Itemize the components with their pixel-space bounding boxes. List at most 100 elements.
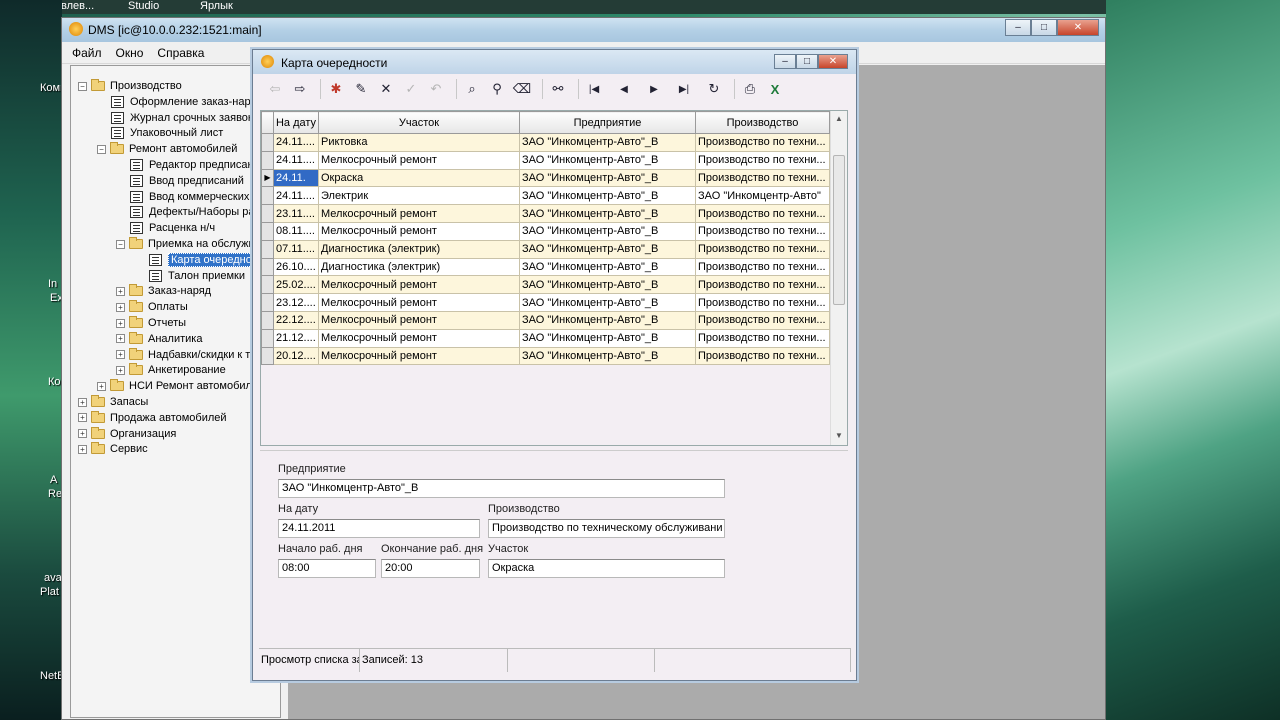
production-field[interactable]: Производство по техническому обслуживани (488, 519, 725, 538)
date-field[interactable]: 24.11.2011 (278, 519, 480, 538)
cell-date[interactable]: 21.12.... (273, 328, 319, 348)
cell-date[interactable]: 24.11.... (273, 186, 319, 206)
cell-date[interactable]: 23.12.... (273, 293, 319, 312)
cell-enterprise[interactable]: ЗАО "Инкомцентр-Авто"_В (519, 239, 696, 259)
cell-date[interactable]: 08.11.... (273, 221, 319, 241)
tree-item[interactable]: − Производство (78, 78, 182, 94)
tree-item[interactable]: + НСИ Ремонт автомобилей (97, 378, 264, 394)
cell-date[interactable]: 25.02.... (273, 275, 319, 295)
last-record-icon[interactable]: ▶| (674, 79, 694, 99)
collapse-icon[interactable]: − (116, 239, 125, 249)
taskbar-item[interactable]: Studio (128, 0, 159, 12)
expand-icon[interactable]: + (78, 397, 87, 407)
collapse-icon[interactable]: − (97, 144, 106, 154)
expand-icon[interactable]: + (97, 381, 106, 391)
cell-section[interactable]: Мелкосрочный ремонт (318, 221, 520, 241)
tree-item[interactable]: + Сервис (78, 441, 148, 457)
section-field[interactable]: Окраска (488, 559, 725, 578)
cell-production[interactable]: Производство по техни... (695, 293, 830, 312)
table-row[interactable]: 26.10.... Диагностика (электрик) ЗАО "Инко… (261, 257, 830, 277)
tree-item[interactable]: − Ремонт автомобилей (97, 141, 237, 157)
cell-date[interactable]: 24.11. (273, 168, 319, 188)
cell-section[interactable]: Диагностика (электрик) (318, 239, 520, 259)
row-indicator[interactable] (261, 310, 274, 330)
filter-icon[interactable]: ⌕ (462, 79, 482, 99)
cell-production[interactable]: Производство по техни... (695, 133, 830, 152)
tree-item[interactable]: + Организация (78, 426, 176, 442)
row-indicator[interactable] (261, 293, 274, 312)
edit-icon[interactable]: ✎ (351, 79, 371, 99)
tree-item[interactable]: Расценка н/ч (130, 220, 215, 236)
filter-select-icon[interactable]: ⚲ (487, 79, 507, 99)
table-row[interactable]: 24.11.... Электрик ЗАО "Инкомцентр-Авто"_В… (261, 186, 830, 206)
cell-date[interactable]: 20.12.... (273, 346, 319, 366)
apply-icon[interactable]: ✓ (401, 79, 421, 99)
cell-date[interactable]: 24.11.... (273, 133, 319, 152)
back-icon[interactable]: ⇦ (265, 79, 285, 99)
row-indicator[interactable]: ▶ (261, 168, 274, 188)
main-titlebar[interactable]: DMS [ic@10.0.0.232:1521:main] – □ ✕ (62, 18, 1105, 42)
maximize-button[interactable]: □ (1031, 19, 1057, 36)
forward-icon[interactable]: ⇨ (290, 79, 310, 99)
expand-icon[interactable]: + (116, 365, 125, 375)
vertical-scrollbar[interactable]: ▲ ▼ (830, 111, 847, 445)
cell-enterprise[interactable]: ЗАО "Инкомцентр-Авто"_В (519, 168, 696, 188)
cell-production[interactable]: Производство по техни... (695, 346, 830, 366)
cell-section[interactable]: Мелкосрочный ремонт (318, 275, 520, 295)
prev-record-icon[interactable]: ◀ (614, 79, 634, 99)
cell-production[interactable]: Производство по техни... (695, 310, 830, 330)
cell-section[interactable]: Мелкосрочный ремонт (318, 310, 520, 330)
cell-production[interactable]: Производство по техни... (695, 239, 830, 259)
minimize-button[interactable]: – (1005, 19, 1031, 36)
tree-item[interactable]: Журнал срочных заявок (111, 110, 253, 126)
table-row[interactable]: 23.11.... Мелкосрочный ремонт ЗАО "Инкомце… (261, 204, 830, 223)
tree-item[interactable]: + Аналитика (116, 331, 202, 347)
cell-production[interactable]: ЗАО "Инкомцентр-Авто" (695, 186, 830, 206)
table-row[interactable]: 23.12.... Мелкосрочный ремонт ЗАО "Инкомце… (261, 293, 830, 312)
cell-section[interactable]: Мелкосрочный ремонт (318, 150, 520, 170)
menu-window[interactable]: Окно (116, 46, 144, 60)
table-row[interactable]: 24.11.... Мелкосрочный ремонт ЗАО "Инкомце… (261, 150, 830, 170)
tree-item[interactable]: + Отчеты (116, 315, 186, 331)
scroll-down-icon[interactable]: ▼ (835, 431, 843, 440)
clear-filter-icon[interactable]: ⌫ (512, 79, 532, 99)
table-row[interactable]: 07.11.... Диагностика (электрик) ЗАО "Инко… (261, 239, 830, 259)
undo-icon[interactable]: ↶ (426, 79, 446, 99)
cell-section[interactable]: Мелкосрочный ремонт (318, 346, 520, 366)
excel-icon[interactable]: X (765, 79, 785, 99)
scrollbar-thumb[interactable] (833, 155, 845, 305)
first-record-icon[interactable]: |◀ (584, 79, 604, 99)
row-indicator[interactable] (261, 239, 274, 259)
cell-date[interactable]: 22.12.... (273, 310, 319, 330)
row-indicator[interactable] (261, 328, 274, 348)
cell-section[interactable]: Мелкосрочный ремонт (318, 293, 520, 312)
expand-icon[interactable]: + (78, 413, 87, 423)
cell-enterprise[interactable]: ЗАО "Инкомцентр-Авто"_В (519, 204, 696, 223)
next-record-icon[interactable]: ▶ (644, 79, 664, 99)
table-row[interactable]: 24.11.... Риктовка ЗАО "Инкомцентр-Авто"_В… (261, 133, 830, 152)
cell-enterprise[interactable]: ЗАО "Инкомцентр-Авто"_В (519, 150, 696, 170)
menu-help[interactable]: Справка (157, 46, 204, 60)
column-header-production[interactable]: Производство (695, 111, 830, 134)
row-indicator[interactable] (261, 221, 274, 241)
table-row[interactable]: 21.12.... Мелкосрочный ремонт ЗАО "Инкомце… (261, 328, 830, 348)
cell-enterprise[interactable]: ЗАО "Инкомцентр-Авто"_В (519, 257, 696, 277)
cell-production[interactable]: Производство по техни... (695, 275, 830, 295)
row-indicator[interactable] (261, 346, 274, 366)
cell-section[interactable]: Электрик (318, 186, 520, 206)
cell-section[interactable]: Мелкосрочный ремонт (318, 204, 520, 223)
close-button[interactable]: ✕ (1057, 19, 1099, 36)
expand-icon[interactable]: + (116, 318, 125, 328)
child-close-button[interactable]: ✕ (818, 54, 848, 69)
tree-item[interactable]: Дефекты/Наборы работ (130, 204, 272, 220)
cell-enterprise[interactable]: ЗАО "Инкомцентр-Авто"_В (519, 328, 696, 348)
delete-icon[interactable]: ✕ (376, 79, 396, 99)
end-time-field[interactable]: 20:00 (381, 559, 480, 578)
expand-icon[interactable]: + (78, 429, 87, 439)
expand-icon[interactable]: + (116, 286, 125, 296)
expand-icon[interactable]: + (78, 444, 87, 454)
tree-item[interactable]: + Анкетирование (116, 362, 226, 378)
tree-item[interactable]: Упаковочный лист (111, 125, 223, 141)
tree-item[interactable]: Редактор предписаний (130, 157, 266, 173)
table-row[interactable]: 08.11.... Мелкосрочный ремонт ЗАО "Инкомце… (261, 221, 830, 241)
